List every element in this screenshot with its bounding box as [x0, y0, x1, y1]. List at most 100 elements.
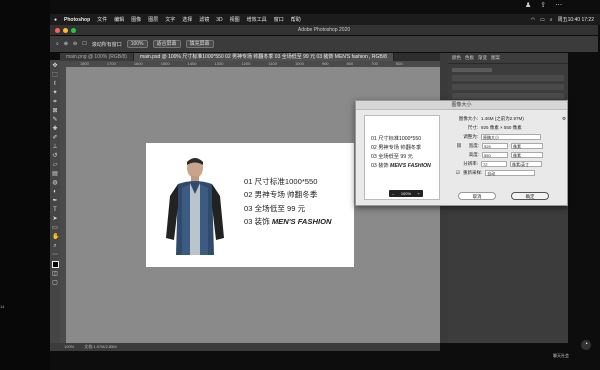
eyedropper-tool-icon[interactable]: ✎ [52, 117, 58, 123]
tab-main-png[interactable]: main.png @ 100% (RGB/8) [60, 53, 134, 61]
more-tools-icon[interactable]: ⋯ [52, 252, 58, 258]
fit-to-label: 调整为: [463, 133, 478, 139]
fill-screen-button[interactable]: 填充屏幕 [185, 40, 214, 48]
menu-layer[interactable]: 图层 [148, 16, 158, 23]
stamp-tool-icon[interactable]: ⊥ [52, 144, 58, 150]
dialog-form: 图像大小: 1.46M (之前为2.97M) ⚙ 尺寸: 925 像素 × 55… [456, 114, 566, 177]
menubar-app-name[interactable]: Photoshop [64, 17, 90, 23]
quick-mask-icon[interactable]: ◫ [52, 271, 58, 277]
scroll-all-checkbox[interactable]: ☐ [82, 41, 86, 47]
cancel-button[interactable]: 取消 [458, 192, 496, 200]
battery-icon[interactable]: ▭ [540, 17, 545, 23]
dodge-tool-icon[interactable]: ◐ [52, 189, 58, 195]
hand-tool-icon[interactable]: ✋ [52, 234, 59, 240]
line-4-emphasis: MEN'S FASHION [271, 217, 332, 227]
menu-type[interactable]: 文字 [165, 16, 175, 23]
resolution-input[interactable]: 72 [481, 160, 507, 167]
brush-tool-icon[interactable]: ✐ [52, 135, 58, 141]
mac-menubar: ● Photoshop 文件 编辑 图像 图层 文字 选择 滤镜 3D 视图 增… [50, 14, 600, 25]
crop-tool-icon[interactable]: ⌗ [52, 99, 58, 105]
panel-row[interactable] [452, 93, 564, 99]
menu-image[interactable]: 图像 [131, 16, 141, 23]
frame-tool-icon[interactable]: ⊠ [52, 108, 58, 114]
dialog-preview[interactable]: 01 尺寸标准1000*550 02 男神专场 帅翻冬季 03 全场低至 99 … [364, 115, 440, 200]
apple-icon[interactable]: ● [54, 17, 57, 23]
foreground-color-swatch[interactable] [51, 261, 59, 268]
path-select-icon[interactable]: ➤ [52, 216, 58, 222]
panel-row[interactable] [452, 84, 564, 90]
artboard[interactable]: 01 尺寸标准1000*550 02 男神专场 帅翻冬季 03 全场低至 99 … [146, 143, 354, 267]
close-window-icon[interactable] [55, 28, 60, 33]
width-input[interactable]: 925 [482, 142, 508, 149]
eraser-tool-icon[interactable]: ▱ [52, 162, 58, 168]
resample-select[interactable]: 自动 [485, 169, 536, 176]
clock[interactable]: 周五10:40 17:22 [558, 16, 594, 23]
menu-select[interactable]: 选择 [182, 16, 192, 23]
top-right-icons: ♟ ⇪ ⋯ [525, 1, 562, 9]
height-label: 高度: [468, 151, 479, 157]
dimensions-value[interactable]: 925 像素 × 550 像素 [481, 125, 522, 131]
image-size-dialog: 图像大小 01 尺寸标准1000*550 02 男神专场 帅翻冬季 03 全场低… [355, 100, 568, 206]
image-size-value: 1.46M (之前为2.97M) [481, 115, 524, 121]
menu-icon[interactable]: ⋯ [555, 1, 562, 9]
panel-tab-patterns[interactable]: 图案 [491, 55, 500, 61]
blur-tool-icon[interactable]: ◍ [52, 180, 58, 186]
maximize-window-icon[interactable] [71, 28, 76, 33]
type-tool-icon[interactable]: T [52, 207, 58, 213]
status-doc[interactable]: 文档:1.57M/2.85M [84, 343, 116, 351]
chat-icon[interactable]: ◔ [581, 340, 591, 350]
person-icon[interactable]: ♟ [525, 1, 531, 9]
height-unit-select[interactable]: 像素 [511, 151, 543, 158]
status-zoom[interactable]: 100% [64, 343, 74, 351]
menu-edit[interactable]: 编辑 [114, 16, 124, 23]
preview-zoom-control[interactable]: – 100% + [389, 190, 423, 197]
healing-brush-icon[interactable]: ✚ [52, 126, 58, 132]
height-input[interactable]: 550 [482, 151, 508, 158]
model-photo [166, 158, 224, 255]
lasso-tool-icon[interactable]: ℓ [52, 81, 58, 87]
screen-mode-icon[interactable]: ▢ [52, 280, 58, 286]
search-icon[interactable]: ⌕ [550, 17, 553, 23]
magic-wand-icon[interactable]: ✦ [52, 90, 58, 96]
ok-button[interactable]: 确定 [511, 192, 549, 200]
panel-tab-swatches[interactable]: 色板 [465, 55, 474, 61]
menu-window[interactable]: 窗口 [274, 16, 284, 23]
menu-3d[interactable]: 3D [216, 17, 222, 23]
menu-help[interactable]: 帮助 [291, 16, 301, 23]
link-icon[interactable]: ⛓ [456, 143, 462, 149]
width-unit-select[interactable]: 像素 [511, 142, 543, 149]
preview-line-2: 02 男神专场 帅翻冬季 [371, 145, 422, 151]
marquee-tool-icon[interactable]: ⬚ [52, 72, 58, 78]
history-brush-icon[interactable]: ↺ [52, 153, 58, 159]
menu-view[interactable]: 视图 [230, 16, 240, 23]
shape-tool-icon[interactable]: ▭ [52, 225, 58, 231]
minimize-window-icon[interactable] [63, 28, 68, 33]
menu-plugins[interactable]: 增效工具 [247, 16, 267, 23]
zoom-100-button[interactable]: 100% [126, 40, 148, 48]
gradient-tool-icon[interactable]: ▤ [52, 171, 58, 177]
move-tool-icon[interactable]: ✥ [52, 63, 58, 69]
resolution-unit-select[interactable]: 像素/英寸 [510, 160, 542, 167]
wifi-icon[interactable]: ◠ [531, 17, 535, 23]
resample-checkbox[interactable]: ☑ [456, 170, 460, 176]
panel-tab-color[interactable]: 颜色 [452, 55, 461, 61]
share-icon[interactable]: ⇪ [540, 1, 546, 9]
menu-file[interactable]: 文件 [97, 16, 107, 23]
panel-tab-gradients[interactable]: 渐变 [478, 55, 487, 61]
zoom-out-preview-icon[interactable]: – [392, 190, 394, 197]
zoom-tool-icon[interactable]: ⌕ [56, 41, 59, 47]
zoom-in-preview-icon[interactable]: + [418, 190, 420, 197]
panel-tabs: 颜色 色板 渐变 图案 [448, 53, 568, 64]
zoom-in-icon[interactable]: ⊕ [64, 41, 68, 47]
gear-icon[interactable]: ⚙ [562, 116, 566, 122]
panel-row[interactable] [452, 75, 564, 81]
fit-screen-button[interactable]: 适合屏幕 [152, 40, 181, 48]
pen-tool-icon[interactable]: ✒ [52, 198, 58, 204]
zoom-tool-sidebar-icon[interactable]: ⌕ [52, 243, 58, 249]
zoom-out-icon[interactable]: ⊖ [73, 41, 77, 47]
fit-to-select[interactable]: 原稿大小 [481, 133, 541, 140]
left-number: 14 [0, 304, 5, 309]
tab-main-psd[interactable]: main.psd @ 100% 尺寸标准1000*550 02 男神专场 帅翻冬… [133, 53, 394, 61]
menu-filter[interactable]: 滤镜 [199, 16, 209, 23]
window-title: Adobe Photoshop 2020 [297, 27, 351, 33]
